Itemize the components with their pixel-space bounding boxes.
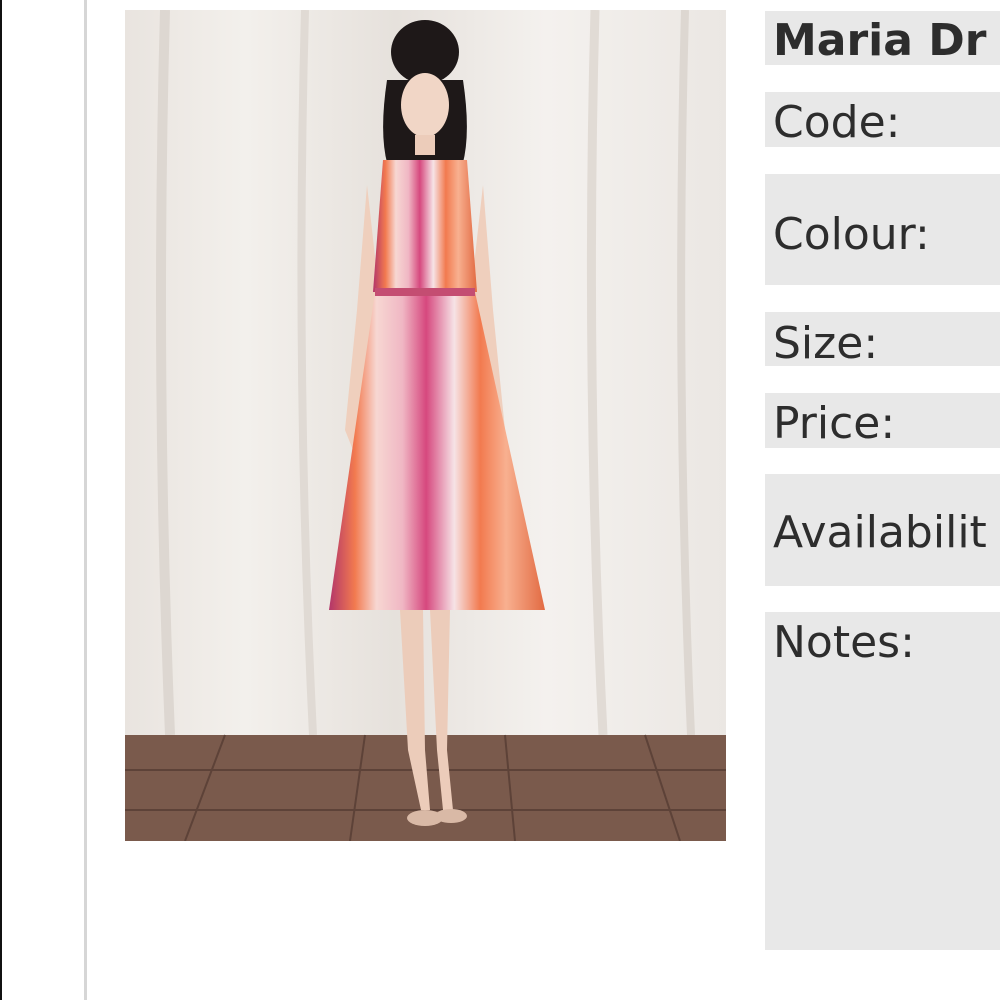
left-divider-dark: [0, 0, 2, 1000]
product-photo-dress-icon: [125, 10, 726, 841]
size-row: Size:: [765, 312, 1000, 366]
colour-label: Colour:: [773, 209, 930, 260]
product-photo: [125, 10, 726, 841]
product-details-panel: Maria Dr Code: Colour: Size: Price: Avai…: [765, 0, 1000, 1000]
colour-row: Colour:: [765, 174, 1000, 285]
availability-label: Availabilit: [773, 507, 987, 558]
code-label: Code:: [773, 97, 901, 148]
availability-row: Availabilit: [765, 474, 1000, 586]
product-title-row: Maria Dr: [765, 11, 1000, 65]
product-title: Maria Dr: [773, 15, 987, 66]
price-row: Price:: [765, 393, 1000, 448]
notes-label: Notes:: [773, 617, 915, 668]
price-label: Price:: [773, 398, 896, 449]
notes-row: Notes:: [765, 612, 1000, 950]
size-label: Size:: [773, 318, 879, 369]
left-divider-light: [84, 0, 87, 1000]
code-row: Code:: [765, 92, 1000, 147]
